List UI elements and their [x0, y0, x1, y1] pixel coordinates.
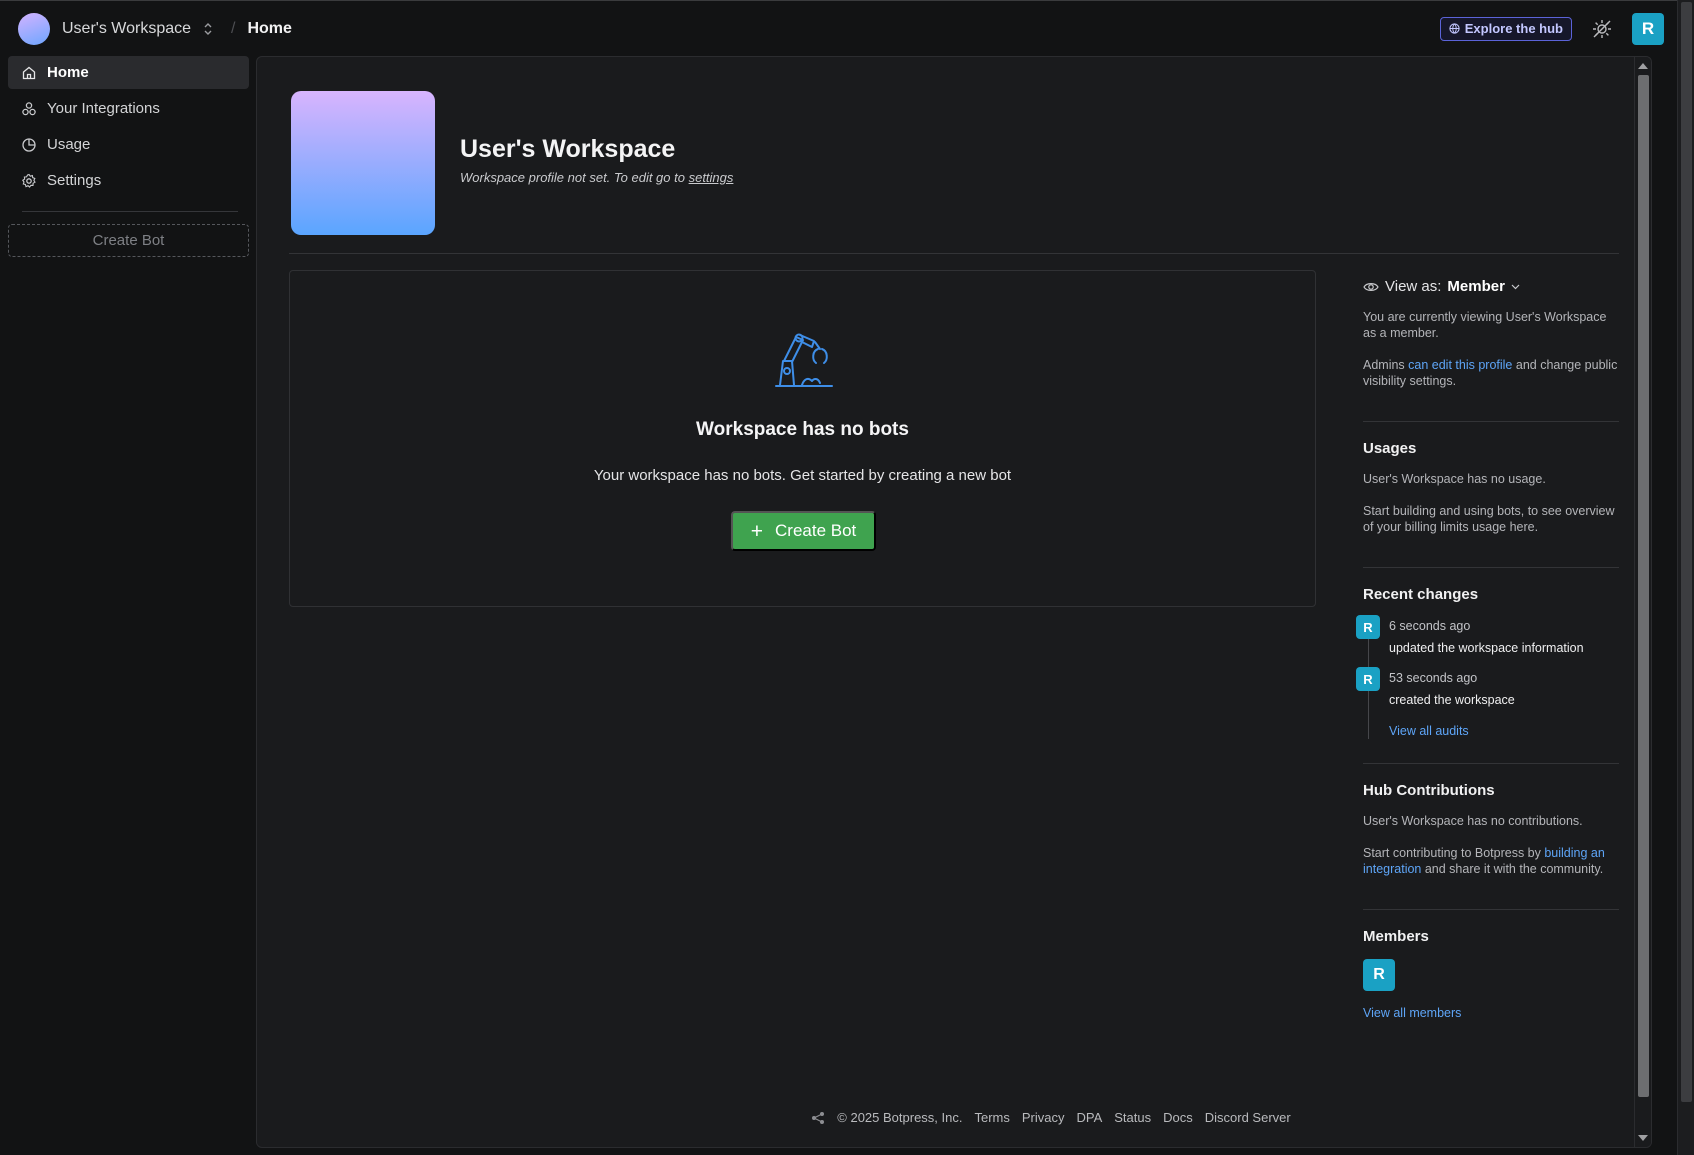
empty-state-title: Workspace has no bots: [696, 419, 909, 440]
footer-link-dpa[interactable]: DPA: [1077, 1110, 1103, 1125]
breadcrumb-current: Home: [247, 19, 292, 37]
workspace-profile-picture: [291, 91, 435, 235]
page-title: User's Workspace: [460, 135, 676, 163]
workspace-name[interactable]: User's Workspace: [62, 20, 191, 38]
window-scrollbar[interactable]: [1677, 0, 1694, 1155]
admins-prefix: Admins: [1363, 358, 1409, 372]
sidebar: Home Your Integrations Usage Settings Cr…: [0, 56, 256, 1155]
change-description: created the workspace: [1389, 693, 1515, 707]
integrations-icon: [22, 101, 36, 115]
footer-link-status[interactable]: Status: [1114, 1110, 1151, 1125]
sidebar-divider: [22, 211, 238, 212]
change-description: updated the workspace information: [1389, 641, 1584, 655]
edit-profile-link[interactable]: can edit this profile: [1408, 358, 1512, 372]
share-icon[interactable]: [811, 1111, 825, 1125]
empty-state-text: Your workspace has no bots. Get started …: [593, 467, 1012, 484]
create-bot-label: Create Bot: [775, 521, 857, 540]
user-avatar[interactable]: R: [1632, 12, 1664, 45]
globe-icon: [1449, 23, 1460, 34]
section-divider: [1363, 909, 1619, 910]
settings-link[interactable]: settings: [689, 170, 734, 185]
profile-subtitle-text: Workspace profile not set. To edit go to: [460, 170, 689, 185]
scroll-up-arrow[interactable]: [1638, 63, 1648, 69]
recent-changes-list: R 6 seconds ago updated the workspace in…: [1356, 615, 1619, 739]
footer-copyright: © 2025 Botpress, Inc.: [837, 1110, 963, 1125]
change-item: R 53 seconds ago created the workspace: [1356, 667, 1619, 707]
sidebar-create-bot-button[interactable]: Create Bot: [8, 224, 249, 257]
sidebar-item-integrations[interactable]: Your Integrations: [8, 92, 249, 125]
sidebar-item-label: Home: [47, 64, 89, 81]
members-title: Members: [1363, 928, 1429, 945]
top-bar: User's Workspace / Home Explore the hub …: [0, 0, 1694, 56]
admins-text: Admins can edit this profile and change …: [1363, 357, 1619, 389]
footer-link-discord[interactable]: Discord Server: [1205, 1110, 1291, 1125]
section-divider: [1363, 567, 1619, 568]
change-time: 6 seconds ago: [1389, 619, 1471, 633]
view-all-audits-link[interactable]: View all audits: [1389, 723, 1619, 739]
usages-title: Usages: [1363, 440, 1417, 457]
workspace-switch-icon[interactable]: [203, 22, 213, 36]
header-divider: [289, 253, 1619, 254]
create-bot-button[interactable]: + Create Bot: [731, 511, 876, 551]
footer-link-docs[interactable]: Docs: [1163, 1110, 1193, 1125]
hub-contributions-text: User's Workspace has no contributions.: [1363, 814, 1583, 828]
eye-icon: [1363, 282, 1379, 291]
hub-contributions-hint: Start contributing to Botpress by buildi…: [1363, 845, 1619, 877]
explore-hub-label: Explore the hub: [1464, 21, 1563, 36]
footer: © 2025 Botpress, Inc. Terms Privacy DPA …: [257, 1110, 1635, 1125]
footer-link-terms[interactable]: Terms: [974, 1110, 1009, 1125]
sidebar-item-usage[interactable]: Usage: [8, 128, 249, 161]
hub-suffix: and share it with the community.: [1421, 862, 1604, 876]
breadcrumb-separator: /: [231, 19, 236, 37]
usages-hint: Start building and using bots, to see ov…: [1363, 504, 1615, 534]
sidebar-item-settings[interactable]: Settings: [8, 164, 249, 197]
recent-changes-title: Recent changes: [1363, 586, 1479, 603]
workspace-aside: View as: Member You are currently viewin…: [1356, 270, 1619, 1021]
scrollbar-thumb[interactable]: [1638, 75, 1649, 1097]
member-avatar[interactable]: R: [1363, 959, 1395, 991]
change-avatar: R: [1356, 615, 1380, 639]
view-as-dropdown[interactable]: View as: Member: [1363, 278, 1619, 295]
bots-empty-state: Workspace has no bots Your workspace has…: [289, 270, 1316, 607]
scroll-down-arrow[interactable]: [1638, 1135, 1648, 1141]
hub-prefix: Start contributing to Botpress by: [1363, 846, 1545, 860]
gear-icon: [22, 173, 36, 188]
chevron-down-icon: [1511, 284, 1520, 289]
view-all-members-link[interactable]: View all members: [1363, 1005, 1619, 1021]
window-scrollbar-thumb[interactable]: [1681, 2, 1692, 1102]
theme-toggle-icon[interactable]: [1590, 17, 1614, 41]
usage-icon: [22, 137, 36, 152]
sidebar-item-home[interactable]: Home: [8, 56, 249, 89]
hub-contributions-title: Hub Contributions: [1363, 782, 1495, 799]
sidebar-item-label: Usage: [47, 136, 91, 153]
footer-link-privacy[interactable]: Privacy: [1022, 1110, 1065, 1125]
change-time: 53 seconds ago: [1389, 671, 1478, 685]
main-panel: User's Workspace Workspace profile not s…: [256, 56, 1652, 1148]
plus-icon: +: [750, 519, 763, 543]
sidebar-item-label: Settings: [47, 172, 102, 189]
explore-hub-button[interactable]: Explore the hub: [1439, 16, 1572, 41]
scrollbar[interactable]: [1634, 57, 1651, 1147]
section-divider: [1363, 421, 1619, 422]
change-item: R 6 seconds ago updated the workspace in…: [1356, 615, 1619, 655]
section-divider: [1363, 763, 1619, 764]
sidebar-item-label: Your Integrations: [47, 100, 160, 117]
robot-arm-icon: [775, 333, 833, 387]
profile-subtitle: Workspace profile not set. To edit go to…: [460, 170, 733, 185]
change-avatar: R: [1356, 667, 1380, 691]
view-as-value: Member: [1447, 278, 1505, 295]
home-icon: [22, 66, 36, 79]
usages-text: User's Workspace has no usage.: [1363, 472, 1546, 486]
view-as-label: View as:: [1385, 278, 1442, 295]
workspace-avatar[interactable]: [18, 12, 50, 45]
viewing-as-text: You are currently viewing User's Workspa…: [1363, 310, 1607, 340]
